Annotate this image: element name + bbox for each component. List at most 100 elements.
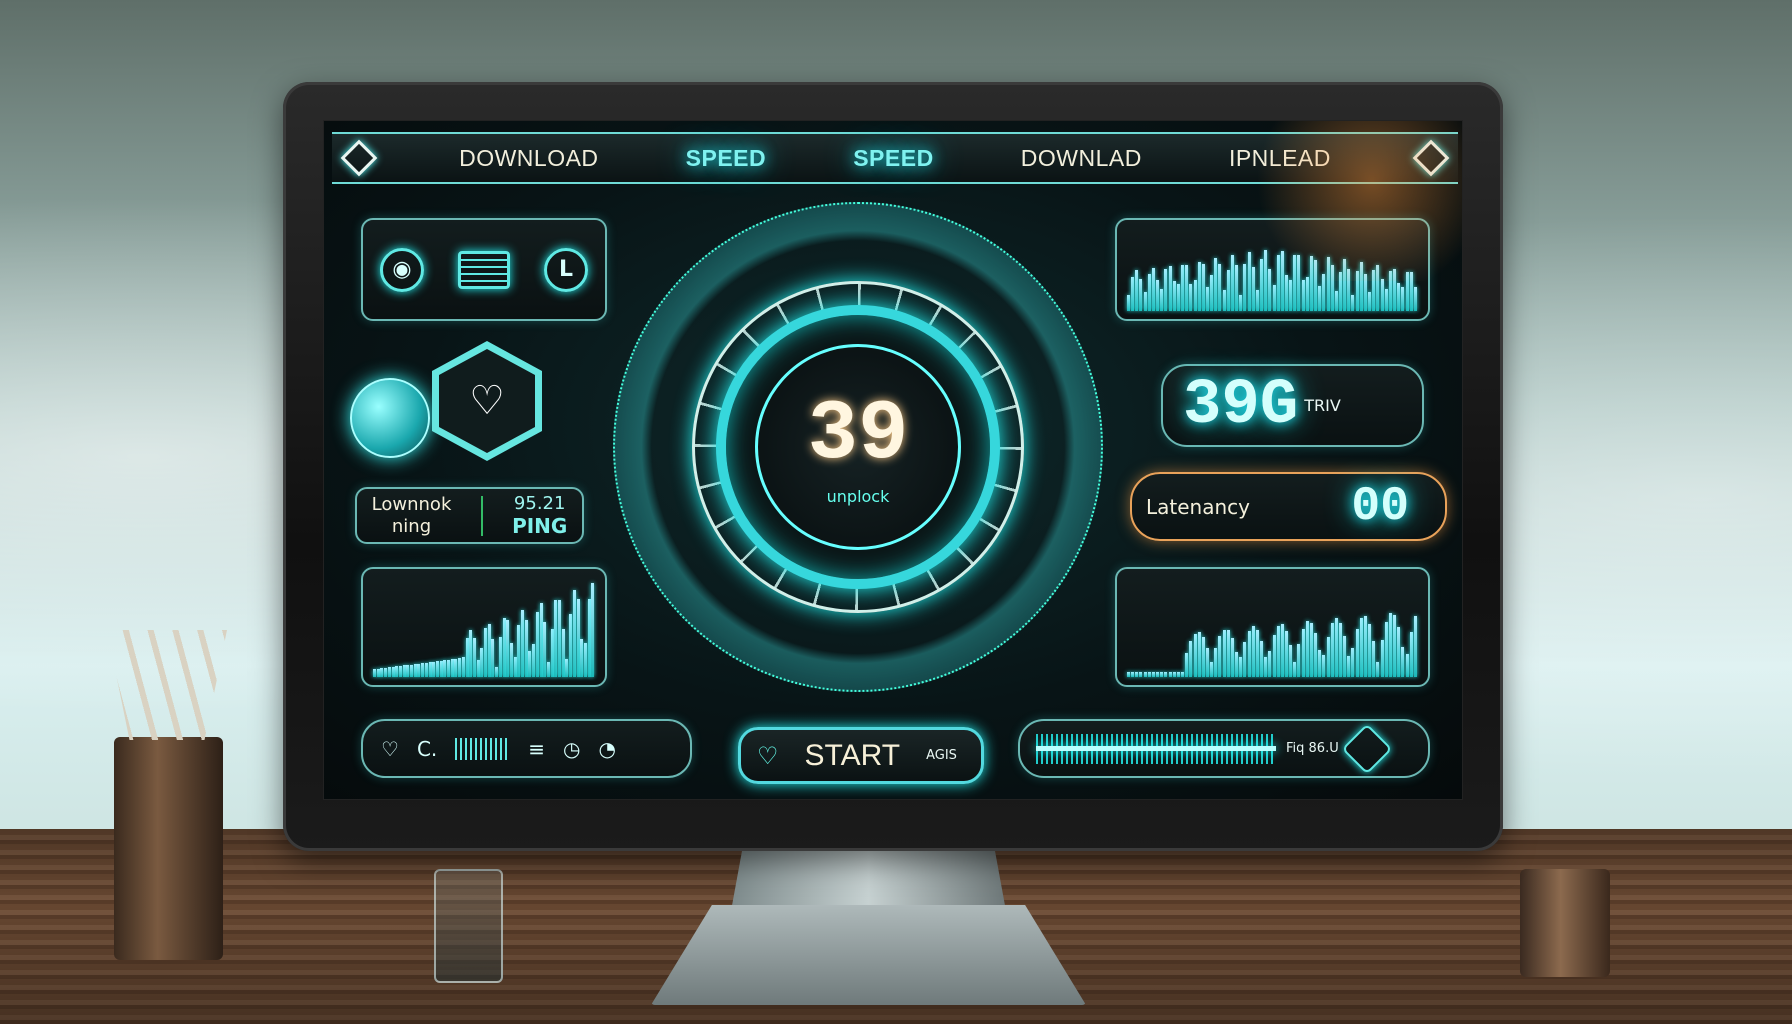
waveform-bar [1388, 613, 1392, 677]
waveform-bar [1176, 284, 1180, 311]
waveform-bar [1372, 270, 1376, 311]
progress-bar [1036, 733, 1276, 764]
location-pin-icon[interactable]: ◉ [380, 247, 424, 292]
waveform-bar [1268, 650, 1272, 677]
waveform-bar [380, 668, 384, 677]
nav-speed[interactable]: SPEED [686, 145, 766, 172]
timer-icon[interactable]: ◷ [563, 737, 580, 761]
waveform-bar [1326, 257, 1330, 311]
waveform-bar [1147, 672, 1151, 677]
waveform-bar [402, 665, 406, 677]
waveform-bar [572, 590, 576, 677]
nav-speed-2[interactable]: SPEED [853, 145, 933, 172]
waveform-bar [1197, 632, 1201, 677]
waveform-bar [1384, 288, 1388, 311]
latency-label: Latenancy [1146, 494, 1250, 519]
waveform-bar [1189, 641, 1193, 677]
waveform-bar [1289, 280, 1293, 311]
waveform-bar [1293, 662, 1297, 677]
waveform-bar [583, 643, 587, 677]
waveform-bar [1143, 672, 1147, 677]
heart-shield-icon[interactable]: ♡ [381, 737, 399, 761]
waveform-bar [1160, 672, 1164, 677]
waveform-bar [476, 660, 480, 677]
mini-waveform-icon[interactable] [455, 737, 511, 760]
diamond-left-icon[interactable] [340, 139, 378, 177]
waveform-bar [1264, 249, 1268, 311]
message-icon[interactable] [458, 250, 510, 289]
waveform-bar [491, 639, 495, 677]
waveform-bar [454, 658, 458, 677]
waveform-bar [1235, 265, 1239, 311]
gauge-value: 39 [807, 388, 909, 483]
latency-readout: Latenancy 00 [1130, 472, 1447, 541]
nav-ipnlead[interactable]: IPNLEAD [1229, 145, 1331, 172]
hexagon-badge[interactable]: ♡ [432, 341, 542, 461]
waveform-bar [1413, 615, 1417, 677]
waveform-bar [421, 663, 425, 677]
nav-downlad[interactable]: DOWNLAD [1021, 145, 1142, 172]
waveform-bar [410, 664, 413, 677]
waveform-bar [1272, 284, 1276, 311]
waveform-bar [1368, 291, 1372, 311]
waveform-bar [1351, 294, 1355, 311]
waveform-bar [1156, 672, 1160, 677]
top-nav: DOWNLOAD SPEED SPEED DOWNLAD IPNLEAD [332, 132, 1458, 184]
waveform-bar [532, 643, 536, 677]
waveform-bar [1318, 285, 1322, 311]
right-waveform-chart [1115, 567, 1430, 687]
nav-download[interactable]: DOWNLOAD [459, 145, 598, 172]
waveform-bar [1243, 264, 1247, 311]
waveform-bar [513, 656, 517, 677]
waveform-bar [1255, 629, 1259, 677]
ping-panel: Lownnok ning 95.21 PING [355, 487, 584, 544]
waveform-bar [1280, 251, 1284, 311]
waveform-bar [1413, 286, 1417, 311]
waveform-bar [1210, 662, 1214, 677]
waveform-bar [1405, 271, 1409, 311]
waveform-bar [558, 599, 561, 677]
power-icon[interactable]: ◔ [598, 737, 615, 761]
waveform-bar [1176, 672, 1180, 677]
waveform-bar [1264, 656, 1268, 677]
waveform-bar [1334, 618, 1338, 677]
waveform-bar [1226, 630, 1230, 677]
waveform-bar [1318, 649, 1322, 677]
waveform-bar [1222, 290, 1226, 311]
waveform-bar [1343, 636, 1347, 677]
waveform-bar [1397, 282, 1401, 311]
waveform-bar [1309, 622, 1313, 677]
waveform-bar [1330, 623, 1334, 677]
waveform-bar [1322, 273, 1326, 311]
waveform-bar [1164, 269, 1168, 311]
waveform-bar [376, 668, 380, 677]
waveform-bar [1189, 283, 1193, 311]
waveform-bar [1127, 672, 1130, 677]
waveform-bar [1305, 276, 1309, 311]
waveform-bar [517, 624, 521, 677]
waveform-bar [417, 663, 421, 677]
diamond-right-icon[interactable] [1412, 139, 1450, 177]
waveform-bar [469, 630, 473, 677]
waveform-bar [502, 618, 506, 677]
waveform-bar [1393, 614, 1397, 677]
clock-icon[interactable]: L [544, 247, 588, 292]
waveform-bar [1222, 629, 1226, 677]
speed-readout: 39G TRIV [1161, 364, 1424, 447]
waveform-bar [1205, 286, 1209, 311]
network-node-icon[interactable] [1341, 723, 1393, 774]
waveform-bar [1326, 636, 1330, 677]
waveform-bar [1401, 647, 1405, 677]
signal-icon[interactable]: C. [417, 737, 437, 761]
waveform-bar [1135, 672, 1139, 677]
start-button[interactable]: ♡ START AGIS [738, 727, 984, 784]
waveform-bar [580, 638, 584, 677]
waveform-bar [1339, 622, 1342, 677]
waveform-bar [576, 599, 580, 677]
menu-icon[interactable]: ≡ [528, 737, 545, 761]
waveform-bar [1363, 615, 1367, 677]
waveform-bar [1251, 266, 1255, 311]
waveform-bar [1351, 647, 1355, 677]
waveform-bar [1239, 294, 1243, 311]
waveform-bar [1197, 261, 1201, 311]
